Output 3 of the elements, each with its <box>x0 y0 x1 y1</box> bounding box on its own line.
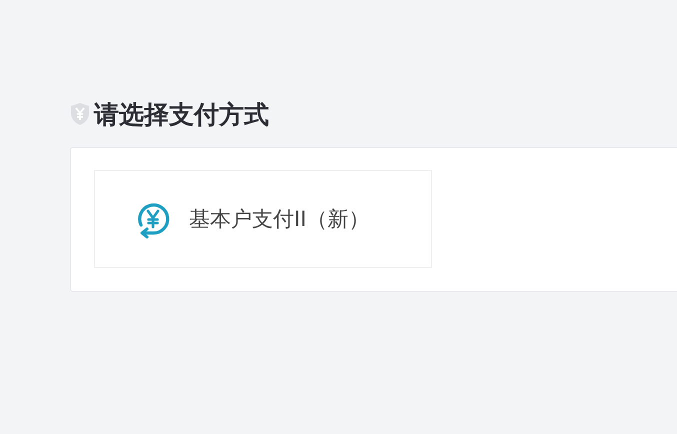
shield-icon <box>70 102 90 126</box>
section-title: 请选择支付方式 <box>94 98 269 130</box>
payment-option[interactable]: 基本户支付II（新） <box>94 170 432 268</box>
